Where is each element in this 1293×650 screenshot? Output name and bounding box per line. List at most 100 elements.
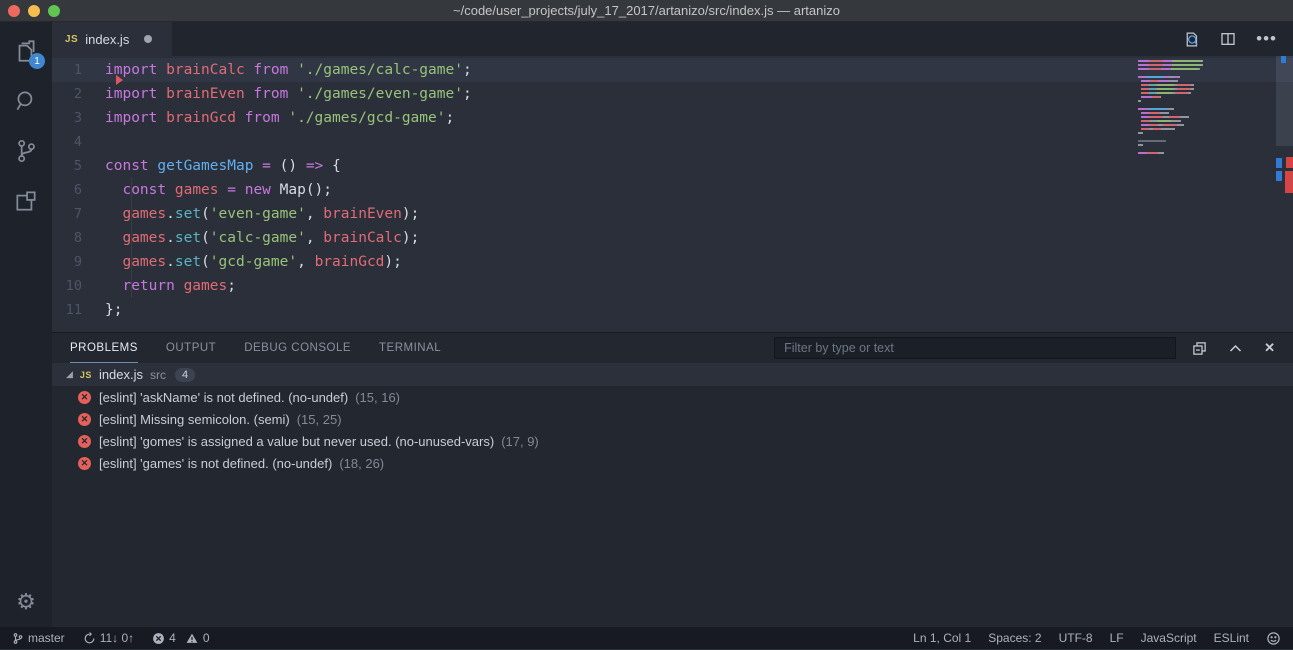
collapse-all-icon[interactable] [1192,341,1207,356]
error-icon: ✕ [78,457,91,470]
code-line[interactable]: 6 const games = new Map(); [52,178,1293,202]
tab-bar: JS index.js ••• [52,22,1293,56]
maximize-panel-icon[interactable] [1228,341,1243,356]
tab-label: index.js [85,32,129,47]
panel-tab-terminal[interactable]: TERMINAL [379,333,441,363]
git-branch-indicator[interactable]: master [12,631,65,645]
explorer-badge: 1 [29,53,45,69]
minimap-row [1138,100,1228,102]
minimap-row [1138,80,1228,82]
problem-message: [eslint] 'games' is not defined. (no-und… [99,456,332,471]
minimap-row [1138,136,1228,138]
more-actions-icon[interactable]: ••• [1256,34,1277,44]
minimap-row [1138,112,1228,114]
problem-position: (15, 16) [355,390,400,405]
minimap-row [1138,64,1228,66]
code-line[interactable]: 5const getGamesMap = () => { [52,154,1293,178]
open-changes-icon[interactable] [1183,31,1200,48]
problems-indicator[interactable]: 4 0 [152,631,209,645]
problems-file-group[interactable]: ◢ JS index.js src 4 [52,363,1293,386]
error-icon: ✕ [78,435,91,448]
panel-tab-output[interactable]: OUTPUT [166,333,216,363]
line-number: 6 [52,178,105,202]
expand-twisty-icon[interactable]: ◢ [66,369,73,380]
settings-gear-icon[interactable]: ⚙ [16,589,36,615]
extensions-icon[interactable] [11,186,41,216]
line-text: import brainCalc from './games/calc-game… [105,58,472,82]
status-item-utf-8[interactable]: UTF-8 [1059,631,1093,645]
problems-count-badge: 4 [175,368,195,382]
minimap-row [1138,88,1228,90]
editor-scrollbar[interactable] [1276,56,1293,332]
minimap-row [1138,60,1228,62]
line-text: }; [105,298,122,322]
feedback-smiley-icon[interactable] [1266,631,1281,646]
minimap-row [1138,84,1228,86]
problem-row[interactable]: ✕ [eslint] 'games' is not defined. (no-un… [52,452,1293,474]
git-deleted-lines-marker[interactable] [116,75,123,85]
explorer-icon[interactable]: 1 [11,36,41,66]
code-line[interactable]: 4 [52,130,1293,154]
minimap-row [1138,124,1228,126]
problem-row[interactable]: ✕[eslint] 'askName' is not defined. (no-… [52,386,1293,408]
code-line[interactable]: 2import brainEven from './games/even-gam… [52,82,1293,106]
minimap-row [1138,108,1228,110]
line-number: 1 [52,58,105,82]
warning-count: 0 [203,631,210,645]
line-number: 3 [52,106,105,130]
status-item-eslint[interactable]: ESLint [1214,631,1249,645]
minimap-row [1138,116,1228,118]
source-control-icon[interactable] [11,136,41,166]
close-panel-icon[interactable]: ✕ [1264,340,1275,356]
code-line[interactable]: 7 games.set('even-game', brainEven); [52,202,1293,226]
minimap-row [1138,132,1228,134]
traffic-lights [8,5,60,17]
code-line[interactable]: 3import brainGcd from './games/gcd-game'… [52,106,1293,130]
panel-tabs: PROBLEMS OUTPUT DEBUG CONSOLE TERMINAL [70,333,469,363]
line-text: const getGamesMap = () => { [105,154,341,178]
js-file-icon: JS [65,34,78,45]
code-line[interactable]: 1import brainCalc from './games/calc-gam… [52,58,1293,82]
bottom-panel: PROBLEMS OUTPUT DEBUG CONSOLE TERMINAL ✕ [52,332,1293,627]
zoom-window-button[interactable] [48,5,60,17]
code-line[interactable]: 10 return games; [52,274,1293,298]
problem-position: (18, 26) [339,456,384,471]
line-text: games.set('calc-game', brainCalc); [105,226,419,250]
problems-filter-input[interactable] [774,337,1176,359]
problem-row[interactable]: ✕[eslint] 'gomes' is assigned a value bu… [52,430,1293,452]
status-item-lf[interactable]: LF [1110,631,1124,645]
sync-indicator[interactable]: 11↓ 0↑ [83,631,134,645]
minimap-row [1138,148,1228,150]
line-text: import brainGcd from './games/gcd-game'; [105,106,454,130]
line-text: games.set('gcd-game', brainGcd); [105,250,402,274]
tab-indexjs[interactable]: JS index.js [52,22,172,56]
overview-modified-marker [1276,171,1282,181]
status-item-javascript[interactable]: JavaScript [1141,631,1197,645]
window-title: ~/code/user_projects/july_17_2017/artani… [453,3,840,18]
error-count: 4 [169,631,176,645]
status-item-ln-1-col-1[interactable]: Ln 1, Col 1 [913,631,971,645]
panel-tab-problems[interactable]: PROBLEMS [70,333,138,363]
search-icon[interactable] [11,86,41,116]
overview-error-marker [1285,171,1293,193]
close-window-button[interactable] [8,5,20,17]
minimize-window-button[interactable] [28,5,40,17]
problem-message: [eslint] 'askName' is not defined. (no-u… [99,390,348,405]
code-editor[interactable]: 1import brainCalc from './games/calc-gam… [52,56,1293,332]
split-editor-icon[interactable] [1220,31,1236,47]
minimap[interactable] [1138,60,1228,156]
minimap-row [1138,128,1228,130]
problem-position: (17, 9) [501,434,539,449]
code-line[interactable]: 11}; [52,298,1293,322]
modified-dot-icon[interactable] [144,35,152,43]
problem-row[interactable]: ✕[eslint] Missing semicolon. (semi)(15, … [52,408,1293,430]
error-icon: ✕ [78,413,91,426]
panel-tab-debug-console[interactable]: DEBUG CONSOLE [244,333,351,363]
status-item-spaces-2[interactable]: Spaces: 2 [988,631,1041,645]
code-line[interactable]: 9 games.set('gcd-game', brainGcd); [52,250,1293,274]
code-line[interactable]: 8 games.set('calc-game', brainCalc); [52,226,1293,250]
minimap-row [1138,120,1228,122]
indent-guide [131,178,132,298]
scrollbar-slider[interactable] [1276,56,1293,146]
line-number: 2 [52,82,105,106]
